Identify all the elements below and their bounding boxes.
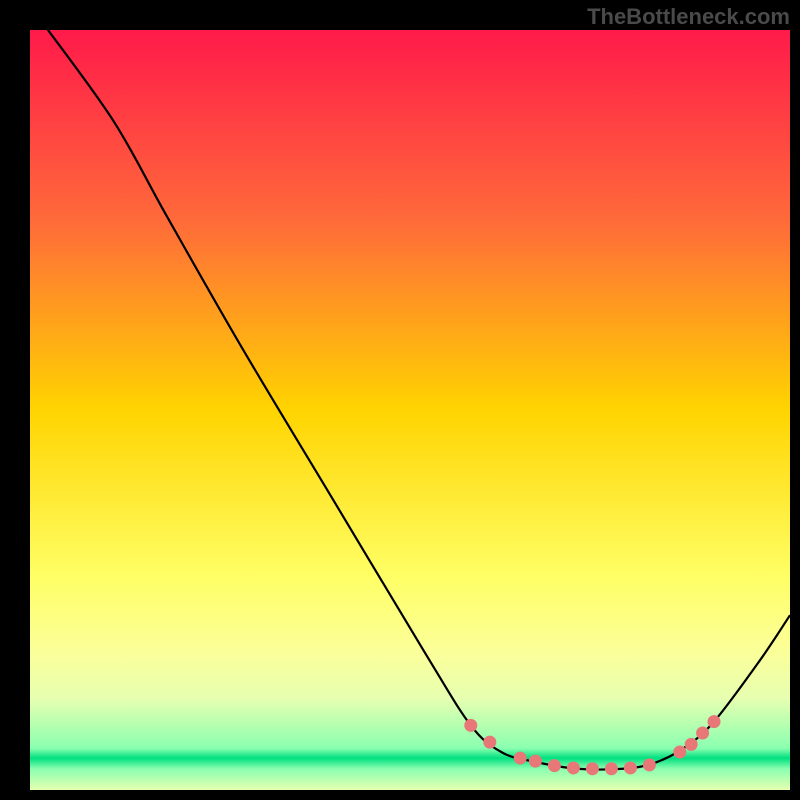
marker-point (685, 738, 698, 751)
marker-point (586, 762, 599, 775)
marker-point (529, 755, 542, 768)
chart-container: TheBottleneck.com (0, 0, 800, 800)
marker-point (708, 715, 721, 728)
marker-point (696, 727, 709, 740)
marker-point (464, 719, 477, 732)
marker-point (643, 758, 656, 771)
marker-point (567, 761, 580, 774)
marker-point (624, 761, 637, 774)
marker-point (673, 746, 686, 759)
marker-point (483, 736, 496, 749)
marker-point (548, 759, 561, 772)
attribution-label: TheBottleneck.com (587, 4, 790, 30)
plot-background (30, 30, 790, 790)
marker-point (605, 762, 618, 775)
marker-point (514, 752, 527, 765)
chart-svg (0, 0, 800, 800)
